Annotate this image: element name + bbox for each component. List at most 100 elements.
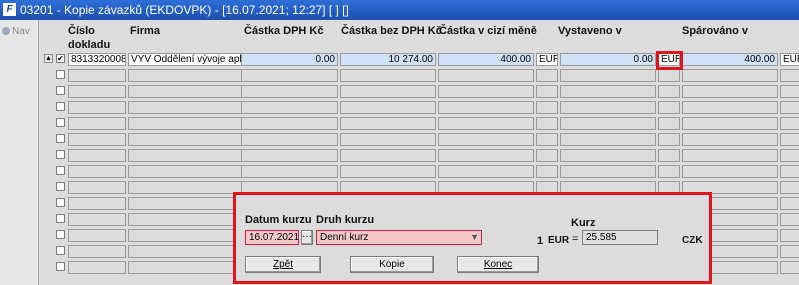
cell-sparovano-mena[interactable] — [780, 133, 799, 146]
row-checkbox[interactable] — [56, 246, 65, 255]
cell-mena[interactable] — [536, 133, 558, 146]
cell-mena[interactable] — [536, 165, 558, 178]
cell-vystaveno-mena[interactable] — [658, 149, 680, 162]
cell-dph[interactable] — [241, 133, 338, 146]
cell-vystaveno-castka[interactable] — [560, 165, 656, 178]
cell-dph[interactable] — [241, 149, 338, 162]
cell-vystaveno-mena[interactable] — [658, 69, 680, 82]
date-picker-button[interactable]: ··· — [301, 230, 313, 245]
cell-sparovano-mena[interactable]: EUR — [780, 53, 799, 66]
cell-sparovano-castka[interactable] — [682, 165, 778, 178]
cell-dph[interactable] — [241, 117, 338, 130]
cell-bez-dph[interactable] — [340, 133, 436, 146]
cell-mena-castka[interactable] — [438, 149, 534, 162]
cell-sparovano-mena[interactable] — [780, 69, 799, 82]
row-checkbox[interactable] — [56, 230, 65, 239]
kopie-button[interactable]: Kopie — [350, 256, 434, 273]
cell-mena[interactable]: EUR — [536, 53, 558, 66]
cell-sparovano-castka[interactable] — [682, 117, 778, 130]
row-checkbox[interactable] — [56, 214, 65, 223]
cell-mena-castka[interactable] — [438, 85, 534, 98]
cell-cislo[interactable]: 8313320008 — [68, 53, 126, 66]
cell-vystaveno-castka[interactable] — [560, 69, 656, 82]
cell-sparovano-mena[interactable] — [780, 213, 799, 226]
cell-sparovano-mena[interactable] — [780, 149, 799, 162]
cell-cislo[interactable] — [68, 101, 126, 114]
cell-sparovano-mena[interactable] — [780, 261, 799, 274]
cell-mena-castka[interactable] — [438, 165, 534, 178]
cell-cislo[interactable] — [68, 229, 126, 242]
row-checkbox[interactable] — [56, 166, 65, 175]
cell-dph[interactable]: 0.00 — [241, 53, 338, 66]
cell-vystaveno-mena[interactable] — [658, 101, 680, 114]
cell-vystaveno-mena[interactable] — [658, 133, 680, 146]
cell-vystaveno-mena[interactable] — [658, 165, 680, 178]
cell-sparovano-castka[interactable] — [682, 69, 778, 82]
cell-sparovano-castka[interactable]: 400.00 — [682, 53, 778, 66]
cell-mena[interactable] — [536, 117, 558, 130]
cell-bez-dph[interactable] — [340, 69, 436, 82]
cell-cislo[interactable] — [68, 85, 126, 98]
row-checkbox[interactable] — [56, 262, 65, 271]
cell-sparovano-mena[interactable] — [780, 117, 799, 130]
row-checkbox[interactable] — [56, 150, 65, 159]
row-scroll-up-icon[interactable]: ▲ — [44, 54, 53, 63]
cell-cislo[interactable] — [68, 149, 126, 162]
row-checkbox[interactable] — [56, 102, 65, 111]
row-checkbox[interactable] — [56, 198, 65, 207]
row-checkbox[interactable]: ✔ — [56, 54, 65, 63]
cell-bez-dph[interactable] — [340, 85, 436, 98]
zpet-button[interactable]: Zpět — [245, 256, 321, 273]
cell-dph[interactable] — [241, 69, 338, 82]
konec-button[interactable]: Konec — [457, 256, 539, 273]
cell-cislo[interactable] — [68, 245, 126, 258]
cell-bez-dph[interactable] — [340, 165, 436, 178]
cell-vystaveno-castka[interactable] — [560, 149, 656, 162]
cell-cislo[interactable] — [68, 69, 126, 82]
cell-sparovano-castka[interactable] — [682, 149, 778, 162]
cell-bez-dph[interactable] — [340, 149, 436, 162]
cell-mena-castka[interactable] — [438, 69, 534, 82]
row-checkbox[interactable] — [56, 182, 65, 191]
row-checkbox[interactable] — [56, 86, 65, 95]
cell-sparovano-mena[interactable] — [780, 101, 799, 114]
cell-sparovano-mena[interactable] — [780, 229, 799, 242]
cell-cislo[interactable] — [68, 197, 126, 210]
cell-bez-dph[interactable] — [340, 117, 436, 130]
cell-vystaveno-castka[interactable] — [560, 101, 656, 114]
cell-sparovano-mena[interactable] — [780, 245, 799, 258]
cell-mena-castka[interactable] — [438, 117, 534, 130]
cell-vystaveno-mena[interactable] — [658, 85, 680, 98]
cell-mena[interactable] — [536, 69, 558, 82]
row-checkbox[interactable] — [56, 118, 65, 127]
cell-vystaveno-castka[interactable] — [560, 133, 656, 146]
cell-dph[interactable] — [241, 101, 338, 114]
cell-mena-castka[interactable] — [438, 133, 534, 146]
cell-mena[interactable] — [536, 149, 558, 162]
row-checkbox[interactable] — [56, 134, 65, 143]
nav-button[interactable]: Nav — [2, 26, 30, 37]
cell-cislo[interactable] — [68, 117, 126, 130]
row-checkbox[interactable] — [56, 70, 65, 79]
cell-bez-dph[interactable]: 10 274.00 — [340, 53, 436, 66]
cell-vystaveno-castka[interactable] — [560, 85, 656, 98]
cell-sparovano-mena[interactable] — [780, 197, 799, 210]
cell-vystaveno-mena[interactable] — [658, 117, 680, 130]
cell-dph[interactable] — [241, 85, 338, 98]
druh-kurzu-select[interactable]: Denní kurz ▼ — [316, 230, 482, 245]
cell-cislo[interactable] — [68, 181, 126, 194]
cell-sparovano-mena[interactable] — [780, 85, 799, 98]
cell-bez-dph[interactable] — [340, 101, 436, 114]
kurz-value-field[interactable]: 25.585 — [582, 230, 658, 245]
cell-cislo[interactable] — [68, 165, 126, 178]
cell-mena[interactable] — [536, 101, 558, 114]
cell-cislo[interactable] — [68, 261, 126, 274]
cell-mena-castka[interactable]: 400.00 — [438, 53, 534, 66]
cell-cislo[interactable] — [68, 213, 126, 226]
cell-sparovano-castka[interactable] — [682, 85, 778, 98]
cell-vystaveno-castka[interactable]: 0.00 — [560, 53, 656, 66]
cell-sparovano-castka[interactable] — [682, 133, 778, 146]
datum-kurzu-input[interactable]: 16.07.2021 — [245, 230, 299, 245]
cell-sparovano-mena[interactable] — [780, 165, 799, 178]
cell-mena-castka[interactable] — [438, 101, 534, 114]
